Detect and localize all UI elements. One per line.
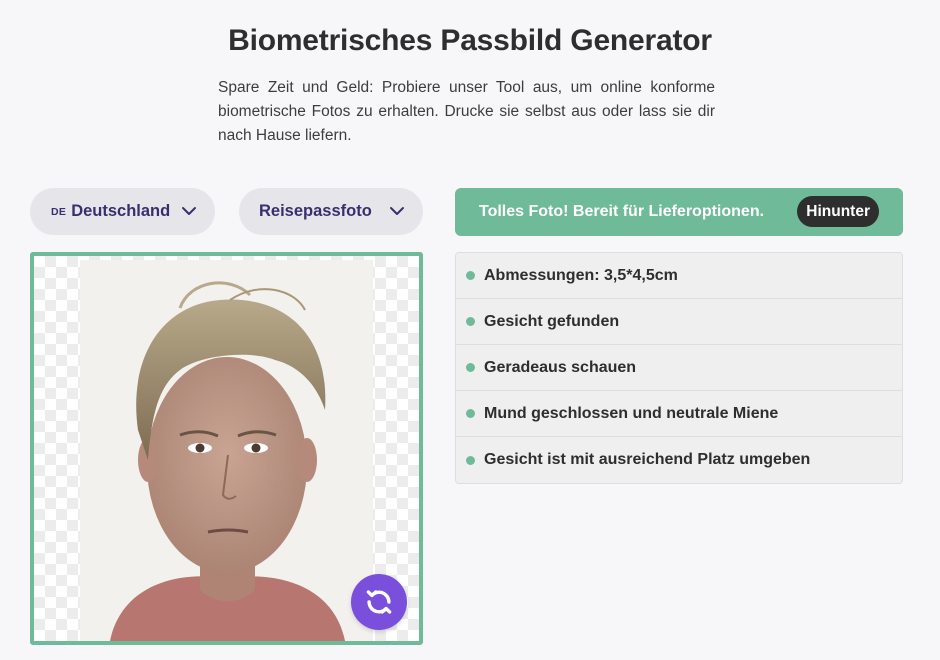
check-item-neutral-expression: Mund geschlossen und neutrale Miene (456, 391, 902, 437)
intro-text: Spare Zeit und Geld: Probiere unser Tool… (218, 79, 715, 144)
check-dot-icon (466, 455, 475, 465)
country-label: Deutschland (71, 202, 171, 220)
check-dot-icon (466, 409, 475, 418)
refresh-button[interactable] (351, 574, 407, 630)
check-label: Mund geschlossen und neutrale Miene (484, 404, 779, 422)
status-message: Tolles Foto! Bereit für Lieferoptionen. (479, 203, 765, 220)
document-type-select[interactable]: Reisepassfoto (239, 188, 423, 235)
chevron-down-icon (182, 207, 196, 215)
document-type-label: Reisepassfoto (259, 202, 372, 220)
check-dot-icon (466, 363, 475, 372)
check-label: Gesicht ist mit ausreichend Platz umgebe… (484, 451, 811, 468)
country-select[interactable]: DE Deutschland (30, 188, 215, 235)
check-item-face-found: Gesicht gefunden (456, 299, 902, 345)
check-item-look-straight: Geradeaus schauen (456, 345, 902, 391)
check-label: Abmessungen: 3,5*4,5cm (484, 266, 678, 284)
check-item-face-spacing: Gesicht ist mit ausreichend Platz umgebe… (456, 437, 902, 483)
check-item-dimensions: Abmessungen: 3,5*4,5cm (456, 253, 902, 299)
check-label: Gesicht gefunden (484, 312, 620, 330)
check-dot-icon (466, 271, 475, 280)
check-dot-icon (466, 317, 475, 326)
chevron-down-icon (390, 207, 404, 215)
check-label: Geradeaus schauen (484, 358, 637, 376)
passport-photo (80, 260, 373, 641)
refresh-icon (366, 590, 392, 614)
country-code: DE (51, 205, 67, 218)
page-title: Biometrisches Passbild Generator (228, 24, 712, 57)
status-banner: Tolles Foto! Bereit für Lieferoptionen. … (455, 188, 903, 236)
requirements-checklist: Abmessungen: 3,5*4,5cm Gesicht gefunden … (455, 252, 903, 484)
scroll-down-button[interactable]: Hinunter (797, 196, 879, 227)
